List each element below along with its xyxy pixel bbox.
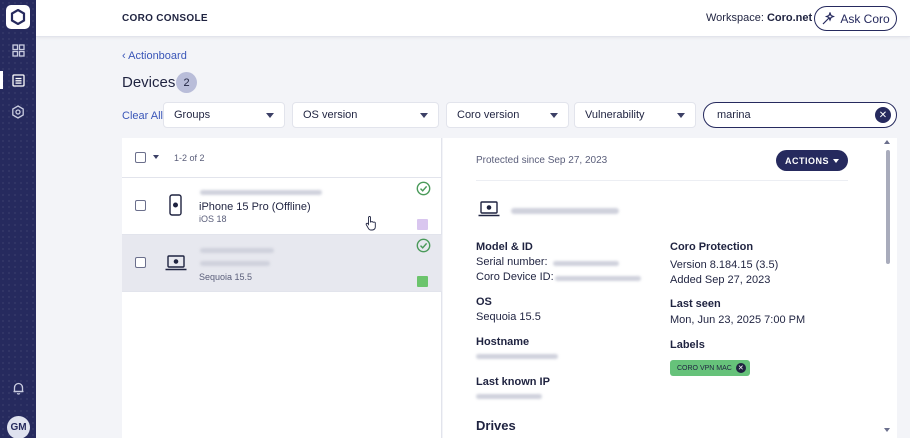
search-value: marina (717, 109, 751, 121)
check-circle-icon (416, 181, 431, 196)
chevron-down-icon (420, 113, 428, 118)
os-value: Sequoia 15.5 (476, 311, 541, 323)
redacted-hostname (200, 261, 270, 266)
sparkle-icon (822, 11, 836, 24)
coro-version-filter-label: Coro version (457, 109, 520, 121)
label-chip-text: CORO VPN MAC (677, 364, 732, 372)
list-item-selected[interactable]: Sequoia 15.5 (122, 235, 442, 292)
added-date: Added Sep 27, 2023 (670, 274, 771, 286)
groups-filter-label: Groups (174, 109, 211, 121)
device-os: iOS 18 (199, 214, 227, 224)
coro-logo-icon[interactable] (6, 5, 30, 29)
avatar-initials: GM (10, 422, 27, 433)
detail-scrollbar[interactable] (883, 138, 897, 438)
sidebar: GM (0, 0, 36, 438)
redacted-ip (476, 394, 542, 399)
chevron-down-icon (550, 113, 558, 118)
coro-device-id-label: Coro Device ID: (476, 271, 554, 283)
chevron-down-icon (266, 113, 274, 118)
label-chip: CORO VPN MAC ✕ (670, 360, 750, 376)
coro-version-filter[interactable]: Coro version (446, 102, 569, 128)
row-checkbox[interactable] (135, 200, 146, 211)
chevron-down-icon[interactable] (153, 155, 159, 159)
row-checkbox[interactable] (135, 257, 146, 268)
os-label: OS (476, 296, 492, 308)
actionboard-icon[interactable] (8, 70, 28, 90)
avatar[interactable]: GM (7, 416, 30, 438)
device-list: 1-2 of 2 iPhone 15 Pro (Offline) iOS 18 … (122, 138, 442, 438)
console-title: CORO CONSOLE (122, 13, 208, 24)
os-version-filter-label: OS version (303, 109, 358, 121)
redacted-email (200, 248, 274, 253)
vulnerability-filter[interactable]: Vulnerability (574, 102, 696, 128)
divider (476, 180, 848, 181)
clear-all-link[interactable]: Clear All (122, 110, 163, 122)
bell-icon[interactable] (8, 378, 28, 398)
coro-version-value: Version 8.184.15 (3.5) (670, 259, 779, 271)
redacted-hostname (476, 354, 558, 359)
search-input[interactable]: marina ✕ (703, 102, 897, 128)
redacted-serial (553, 261, 619, 266)
active-indicator (0, 71, 3, 89)
device-count-badge: 2 (176, 72, 197, 93)
hostname-label: Hostname (476, 336, 530, 348)
chevron-down-icon (833, 158, 839, 163)
os-version-filter[interactable]: OS version (292, 102, 439, 128)
select-all-checkbox[interactable] (135, 152, 146, 163)
workspace-selector[interactable]: Workspace: Coro.net (706, 12, 826, 24)
model-id-label: Model & ID (476, 241, 533, 253)
redacted-email (200, 190, 322, 195)
workspace-label: Workspace: (706, 12, 764, 24)
scroll-up-icon[interactable] (884, 140, 890, 144)
last-known-ip-label: Last known IP (476, 376, 550, 388)
chevron-down-icon (677, 113, 685, 118)
breadcrumb[interactable]: ‹ Actionboard (122, 50, 187, 62)
list-item[interactable]: iPhone 15 Pro (Offline) iOS 18 (122, 178, 442, 235)
dashboard-icon[interactable] (8, 40, 28, 60)
coro-protection-label: Coro Protection (670, 241, 754, 253)
workspace-value: Coro.net (766, 12, 813, 24)
drives-heading: Drives (476, 418, 516, 433)
scroll-down-icon[interactable] (884, 428, 890, 432)
remove-label-icon[interactable]: ✕ (735, 363, 746, 373)
laptop-icon (165, 255, 187, 271)
list-range: 1-2 of 2 (174, 153, 205, 163)
actions-label: ACTIONS (785, 155, 829, 166)
clear-search-icon[interactable]: ✕ (875, 107, 891, 123)
serial-number-label: Serial number: (476, 256, 548, 268)
status-indicator (417, 276, 428, 287)
hand-cursor-icon (365, 216, 376, 231)
labels-label: Labels (670, 339, 705, 351)
status-indicator (417, 219, 428, 230)
phone-icon (169, 194, 182, 216)
redacted-device-title (511, 208, 619, 214)
groups-filter[interactable]: Groups (163, 102, 285, 128)
actions-button[interactable]: ACTIONS (776, 150, 848, 171)
protected-since: Protected since Sep 27, 2023 (476, 155, 608, 166)
ask-coro-button[interactable]: Ask Coro (814, 6, 897, 31)
device-detail-panel: Protected since Sep 27, 2023 ACTIONS Mod… (443, 138, 883, 438)
top-bar: CORO CONSOLE Workspace: Coro.net Ask Cor… (36, 0, 910, 37)
redacted-device-id (555, 276, 641, 281)
last-seen-label: Last seen (670, 298, 721, 310)
check-circle-icon (416, 238, 431, 253)
scrollbar-thumb[interactable] (886, 150, 890, 264)
ask-coro-label: Ask Coro (840, 11, 890, 26)
page-title: Devices (122, 74, 176, 91)
list-header: 1-2 of 2 (122, 138, 442, 178)
laptop-icon (478, 201, 500, 217)
settings-icon[interactable] (8, 102, 28, 122)
device-os: Sequoia 15.5 (199, 272, 253, 282)
last-seen-value: Mon, Jun 23, 2025 7:00 PM (670, 314, 806, 326)
device-name: iPhone 15 Pro (Offline) (199, 201, 311, 213)
vulnerability-filter-label: Vulnerability (585, 109, 645, 121)
